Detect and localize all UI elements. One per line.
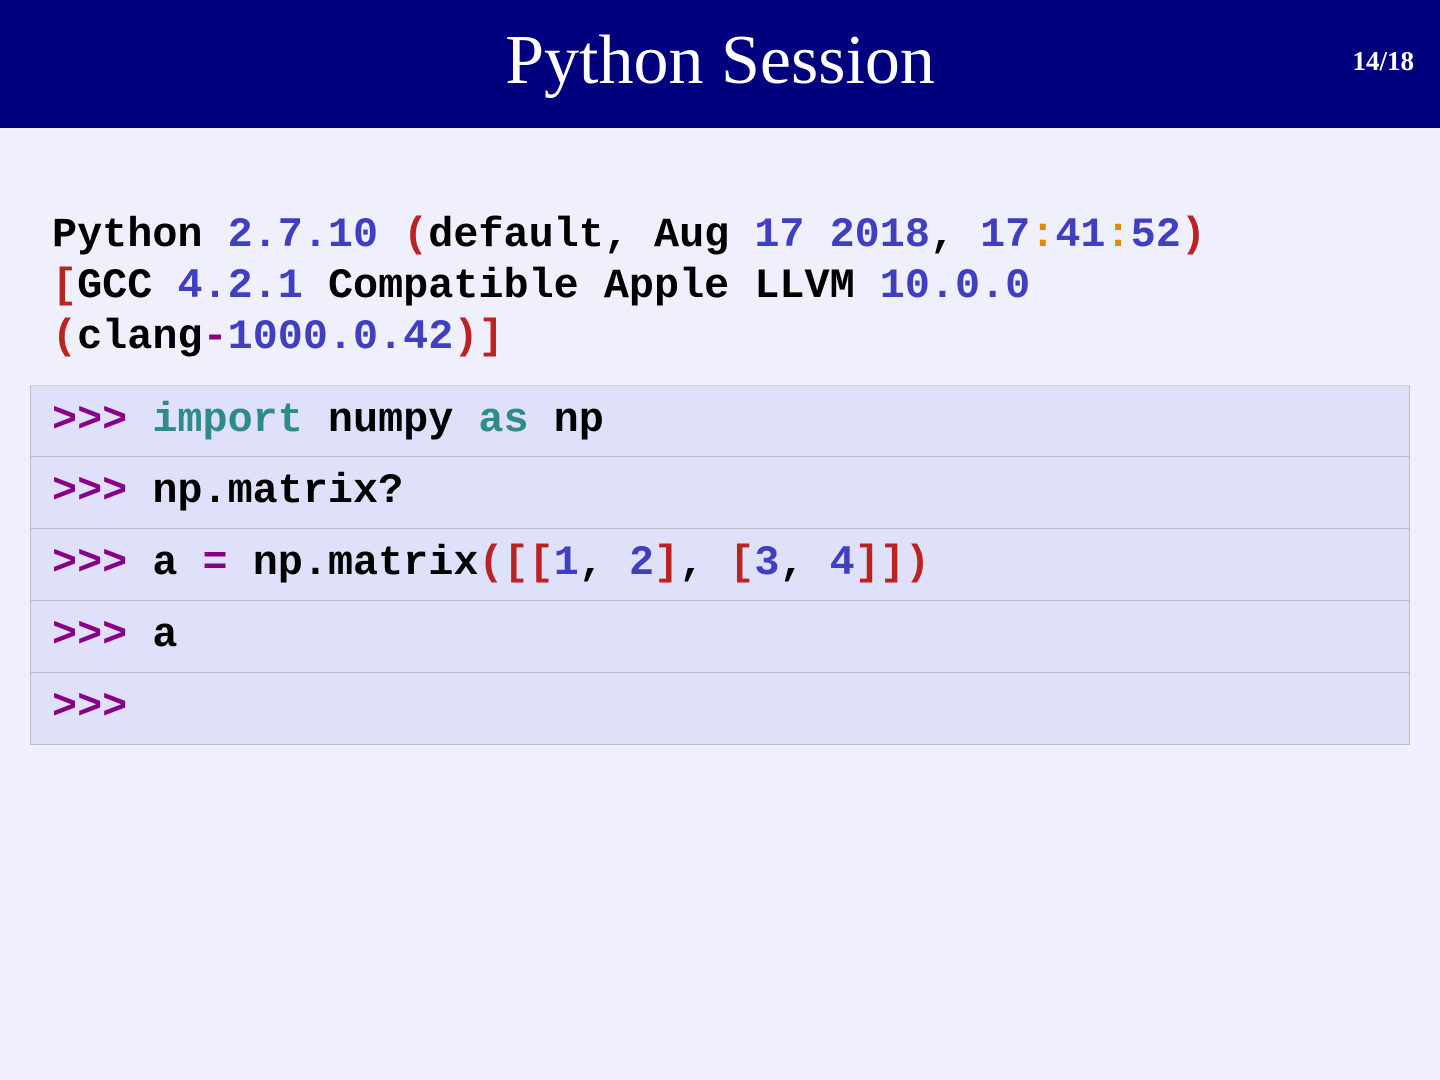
prompt: >>> xyxy=(52,467,153,515)
code-token: np.matrix? xyxy=(152,467,404,515)
banner-line: Python 2.7.10 (default, Aug 17 2018, 17:… xyxy=(52,210,1206,261)
prompt: >>> xyxy=(52,683,128,731)
code-token: 4.2.1 xyxy=(177,262,328,310)
code-token: = xyxy=(202,539,228,587)
code-token: ([[ xyxy=(478,539,554,587)
input-cell[interactable]: >>> np.matrix? xyxy=(30,457,1410,529)
code-token: [ xyxy=(729,539,755,587)
code-token: import xyxy=(152,396,303,444)
code-token: , xyxy=(679,539,730,587)
code-token: clang xyxy=(77,313,203,361)
page-number: 14/18 xyxy=(1352,46,1414,76)
code-token: Compatible Apple LLVM xyxy=(327,262,880,310)
banner-line: (clang-1000.0.42)] xyxy=(52,312,1206,363)
code-token: a xyxy=(152,611,178,659)
code-token: 17 xyxy=(980,211,1031,259)
code-token: 1 xyxy=(553,539,579,587)
banner-line: [GCC 4.2.1 Compatible Apple LLVM 10.0.0 xyxy=(52,261,1206,312)
code-token: 41 xyxy=(1055,211,1106,259)
code-token: Python xyxy=(52,211,228,259)
prompt: >>> xyxy=(52,539,153,587)
slide-header: Python Session 14/18 xyxy=(0,0,1440,128)
code-token: [ xyxy=(52,262,78,310)
input-cell[interactable]: >>> xyxy=(30,673,1410,745)
prompt: >>> xyxy=(52,611,153,659)
input-cell[interactable]: >>> import numpy as np xyxy=(30,385,1410,457)
code-token: 2.7.10 xyxy=(227,211,404,259)
code-token: 17 2018 xyxy=(754,211,930,259)
code-token: as xyxy=(478,396,529,444)
code-token: GCC xyxy=(77,262,178,310)
code-token: ) xyxy=(1180,211,1206,259)
code-token: a xyxy=(152,539,203,587)
code-token: 4 xyxy=(829,539,855,587)
code-token: np.matrix xyxy=(227,539,479,587)
code-token: , xyxy=(578,539,629,587)
code-token: 10.0.0 xyxy=(879,262,1031,310)
slide-title: Python Session xyxy=(505,22,935,99)
code-token: : xyxy=(1105,211,1131,259)
python-session-cells: >>> import numpy as np >>> np.matrix? >>> … xyxy=(30,385,1410,745)
code-token: numpy xyxy=(302,396,479,444)
code-token: ] xyxy=(654,539,680,587)
code-token: ( xyxy=(403,211,429,259)
prompt: >>> xyxy=(52,396,153,444)
code-token: 3 xyxy=(754,539,780,587)
code-token: 1000.0.42 xyxy=(227,313,454,361)
code-token: : xyxy=(1030,211,1056,259)
code-token: )] xyxy=(453,313,504,361)
code-token: ]]) xyxy=(854,539,931,587)
python-version-banner: Python 2.7.10 (default, Aug 17 2018, 17:… xyxy=(52,210,1206,363)
code-token: 52 xyxy=(1130,211,1181,259)
code-token: ( xyxy=(52,313,78,361)
code-token: , xyxy=(779,539,830,587)
code-token: , xyxy=(929,211,981,259)
code-token: 2 xyxy=(628,539,655,587)
input-cell[interactable]: >>> a = np.matrix([[1, 2], [3, 4]]) xyxy=(30,529,1410,601)
code-token: - xyxy=(202,313,228,361)
code-token: np xyxy=(528,396,604,444)
code-token: default, Aug xyxy=(428,211,755,259)
input-cell[interactable]: >>> a xyxy=(30,601,1410,673)
